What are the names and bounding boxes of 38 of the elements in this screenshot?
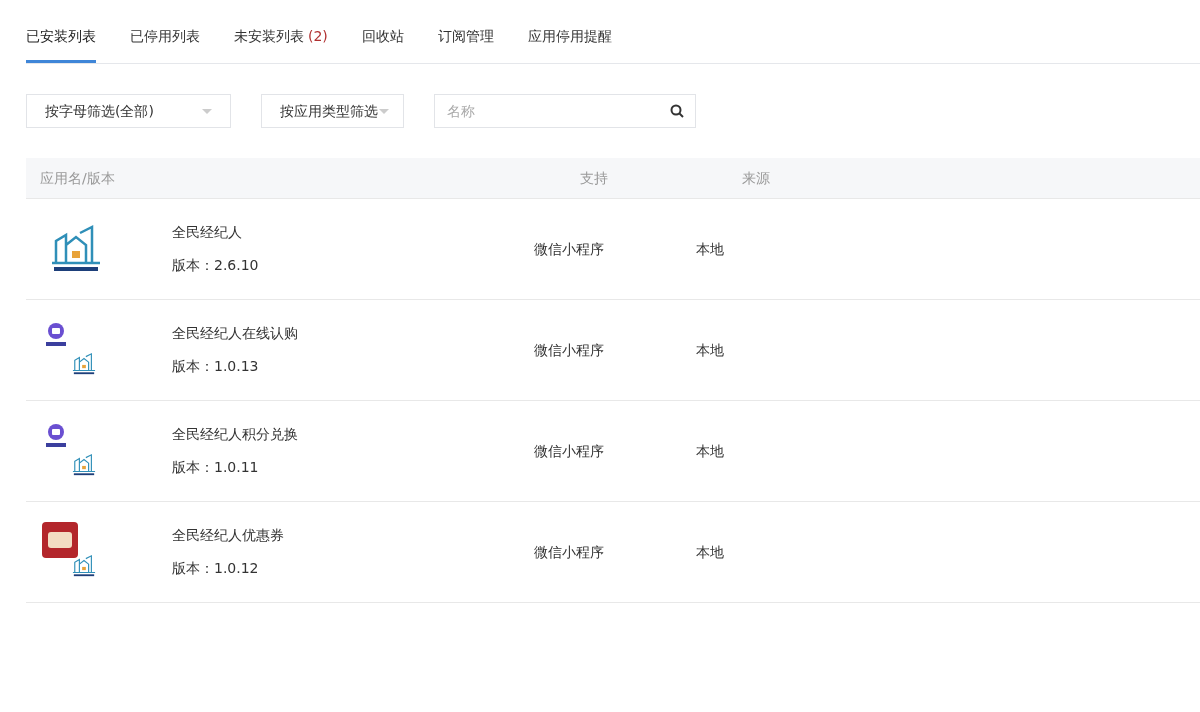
tab[interactable]: 已安装列表 (26, 26, 96, 63)
column-header: 来源 (742, 168, 770, 188)
table-cell-text: 本地 (696, 542, 724, 562)
table-cell-text: 微信小程序 (534, 542, 605, 562)
chat-badge-icon (44, 423, 68, 449)
app-name: 全民经纪人积分兑换 (172, 425, 299, 444)
app-name: 全民经纪人优惠券 (172, 526, 285, 545)
caret-icon (202, 108, 212, 114)
count-label: (2) (308, 28, 328, 44)
tab[interactable]: 已停用列表 (130, 26, 200, 63)
app-version: 版本：1.0.13 (172, 357, 260, 376)
tab[interactable]: 订阅管理 (437, 26, 494, 63)
app-version: 版本：1.0.12 (172, 559, 260, 578)
building-logo-icon (72, 352, 96, 376)
search-icon[interactable] (670, 104, 684, 118)
app-version: 版本：2.6.10 (172, 256, 260, 275)
building-logo-icon (72, 453, 96, 477)
app-version: 版本：1.0.11 (172, 458, 260, 477)
tab[interactable]: 未安装列表 (2) (234, 26, 328, 63)
table-cell-text: 本地 (696, 239, 724, 259)
tab[interactable]: 回收站 (361, 26, 404, 63)
table-cell-text: 本地 (696, 441, 724, 461)
type-filter-dropdown[interactable]: 按应用类型筛选 (261, 94, 404, 128)
search-field[interactable]: 名称 (434, 94, 696, 128)
app-name: 全民经纪人 (172, 223, 243, 242)
column-header: 应用名/版本 (39, 168, 116, 188)
letter-filter-dropdown[interactable]: 按字母筛选(全部) (26, 94, 231, 128)
building-logo-icon (72, 554, 96, 578)
tab[interactable]: 应用停用提醒 (527, 26, 612, 63)
caret-icon (379, 108, 389, 114)
table-cell-text: 微信小程序 (534, 239, 605, 259)
table-cell-text: 本地 (696, 340, 724, 360)
chat-badge-icon (44, 322, 68, 348)
column-header: 支持 (580, 168, 609, 188)
app-name: 全民经纪人在线认购 (172, 324, 299, 343)
table-cell-text: 微信小程序 (534, 441, 605, 461)
coupon-icon (42, 522, 78, 558)
table-cell-text: 微信小程序 (534, 340, 605, 360)
